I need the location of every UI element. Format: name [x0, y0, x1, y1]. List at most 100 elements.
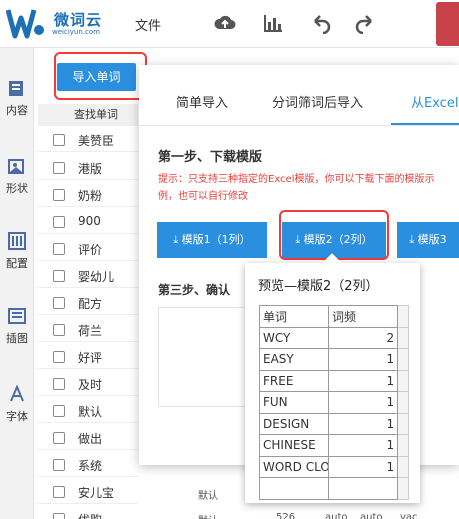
- table-row: WCY 2: [259, 326, 409, 349]
- table-row: FUN 1: [259, 391, 409, 414]
- template1-button[interactable]: ⤓ 模版1（1列）: [157, 222, 267, 258]
- row-checkbox[interactable]: [53, 189, 65, 201]
- download-icon: ⤓: [409, 233, 418, 246]
- row-checkbox[interactable]: [53, 405, 65, 417]
- cell-freq: 1: [327, 348, 399, 371]
- list-item[interactable]: 优购: [38, 507, 138, 519]
- config-icon: [8, 232, 26, 250]
- list-item[interactable]: 及时: [38, 372, 138, 396]
- sidebar-item-label: 形状: [6, 182, 28, 195]
- scroll-cell: [397, 434, 409, 457]
- cell-word: FREE: [259, 369, 329, 392]
- shape-icon: [8, 159, 24, 174]
- row-checkbox[interactable]: [53, 513, 65, 519]
- scroll-cell: [397, 455, 409, 478]
- table-row: WORD CLO 1: [259, 455, 409, 478]
- row-checkbox[interactable]: [53, 162, 65, 174]
- sidebar-item-content[interactable]: 内容: [0, 78, 34, 118]
- header-word: 单词: [259, 305, 329, 328]
- table-row: CHINESE 1: [259, 434, 409, 457]
- table-row: FREE 1: [259, 369, 409, 392]
- step3-title: 第三步、确认: [158, 283, 231, 297]
- row-checkbox[interactable]: [53, 243, 65, 255]
- top-toolbar: 微词云 weiciyun.com 文件: [0, 0, 459, 48]
- cell-freq: 1: [327, 455, 399, 478]
- sidebar-item-illustration[interactable]: 插图: [0, 306, 34, 346]
- tab-excel-import[interactable]: 从Excel: [411, 92, 458, 111]
- logo-icon: [6, 9, 44, 39]
- undo-icon[interactable]: [310, 12, 332, 34]
- highlight-template2: [279, 210, 389, 260]
- table-row: [259, 477, 409, 500]
- logo-text: 微词云: [54, 11, 103, 29]
- cell-freq: 1: [327, 412, 399, 435]
- row-checkbox[interactable]: [53, 297, 65, 309]
- cell-word: EASY: [259, 348, 329, 371]
- row-checkbox[interactable]: [53, 378, 65, 390]
- row-checkbox[interactable]: [53, 351, 65, 363]
- size-cell: 526: [276, 512, 296, 519]
- sidebar-item-label: 配置: [6, 257, 28, 270]
- font-cell: 默认: [198, 491, 218, 502]
- sidebar-item-label: 字体: [6, 410, 28, 423]
- cell-freq: 2: [327, 326, 399, 349]
- cell-word: CHINESE: [259, 434, 329, 457]
- list-item[interactable]: 安儿宝: [38, 480, 138, 504]
- table-row: 单词 词频: [259, 305, 409, 328]
- font-icon: [10, 384, 24, 402]
- list-item[interactable]: 好评: [38, 345, 138, 369]
- confirm-area: [158, 307, 254, 407]
- row-checkbox[interactable]: [53, 324, 65, 336]
- download-icon: ⤓: [173, 233, 182, 246]
- template3-button[interactable]: ⤓ 模版3: [397, 222, 459, 258]
- sidebar-item-shape[interactable]: 形状: [0, 156, 34, 196]
- row-checkbox[interactable]: [53, 134, 65, 146]
- list-item[interactable]: 系统: [38, 453, 138, 477]
- list-item[interactable]: 奶粉: [38, 183, 138, 207]
- row-checkbox[interactable]: [53, 216, 65, 228]
- cloud-upload-icon[interactable]: [214, 12, 236, 34]
- menu-file[interactable]: 文件: [135, 15, 161, 34]
- list-item[interactable]: 评价: [38, 237, 138, 261]
- scroll-cell: [397, 348, 409, 371]
- list-item[interactable]: 默认: [38, 399, 138, 423]
- list-item[interactable]: 荷兰: [38, 318, 138, 342]
- logo-subtitle: weiciyun.com: [52, 28, 100, 36]
- redo-icon[interactable]: [354, 12, 376, 34]
- header-freq: 词频: [327, 305, 399, 328]
- content-icon: [9, 81, 23, 96]
- cell-word: WORD CLO: [259, 455, 329, 478]
- row-checkbox[interactable]: [53, 459, 65, 471]
- list-item[interactable]: 做出: [38, 426, 138, 450]
- row-checkbox[interactable]: [53, 432, 65, 444]
- template-preview-popup: 预览—模版2（2列） 单词 词频 WCY 2 EASY 1 FREE 1 FUN 1 D…: [245, 253, 420, 503]
- sidebar-item-config[interactable]: 配置: [0, 231, 34, 271]
- sidebar-item-font[interactable]: 字体: [0, 384, 34, 424]
- scroll-cell: [397, 369, 409, 392]
- illustration-icon: [8, 308, 26, 324]
- cell-word: DESIGN: [259, 412, 329, 435]
- list-item[interactable]: 配方: [38, 291, 138, 315]
- scroll-cell: [397, 391, 409, 414]
- row-checkbox[interactable]: [53, 486, 65, 498]
- table-row: DESIGN 1: [259, 412, 409, 435]
- list-item[interactable]: 美赞臣: [38, 128, 138, 152]
- template1-label: 模版1（1列）: [181, 233, 251, 246]
- scroll-cell: [397, 305, 409, 328]
- auto-cell: auto: [360, 512, 383, 519]
- tab-segment-import[interactable]: 分词筛词后导入: [272, 92, 363, 111]
- row-checkbox[interactable]: [53, 270, 65, 282]
- step1-title: 第一步、下载模版: [158, 150, 263, 165]
- bar-chart-icon[interactable]: [262, 12, 284, 34]
- list-item[interactable]: 900: [38, 210, 138, 234]
- cell-word: WCY: [259, 326, 329, 349]
- hint-text: 提示：只支持三种指定的Excel模版，你可以下载下面的模版示例，也可以自行修改: [158, 174, 435, 202]
- cell-freq: [327, 477, 399, 500]
- tab-simple-import[interactable]: 简单导入: [176, 92, 228, 111]
- template3-label: 模版3: [417, 233, 447, 246]
- list-item[interactable]: 婴幼儿: [38, 264, 138, 288]
- list-item[interactable]: 港版: [38, 156, 138, 180]
- sidebar: 内容 形状 配置 插图 字体: [0, 48, 34, 519]
- tabs-divider: [139, 125, 459, 126]
- top-action-button[interactable]: [436, 2, 459, 46]
